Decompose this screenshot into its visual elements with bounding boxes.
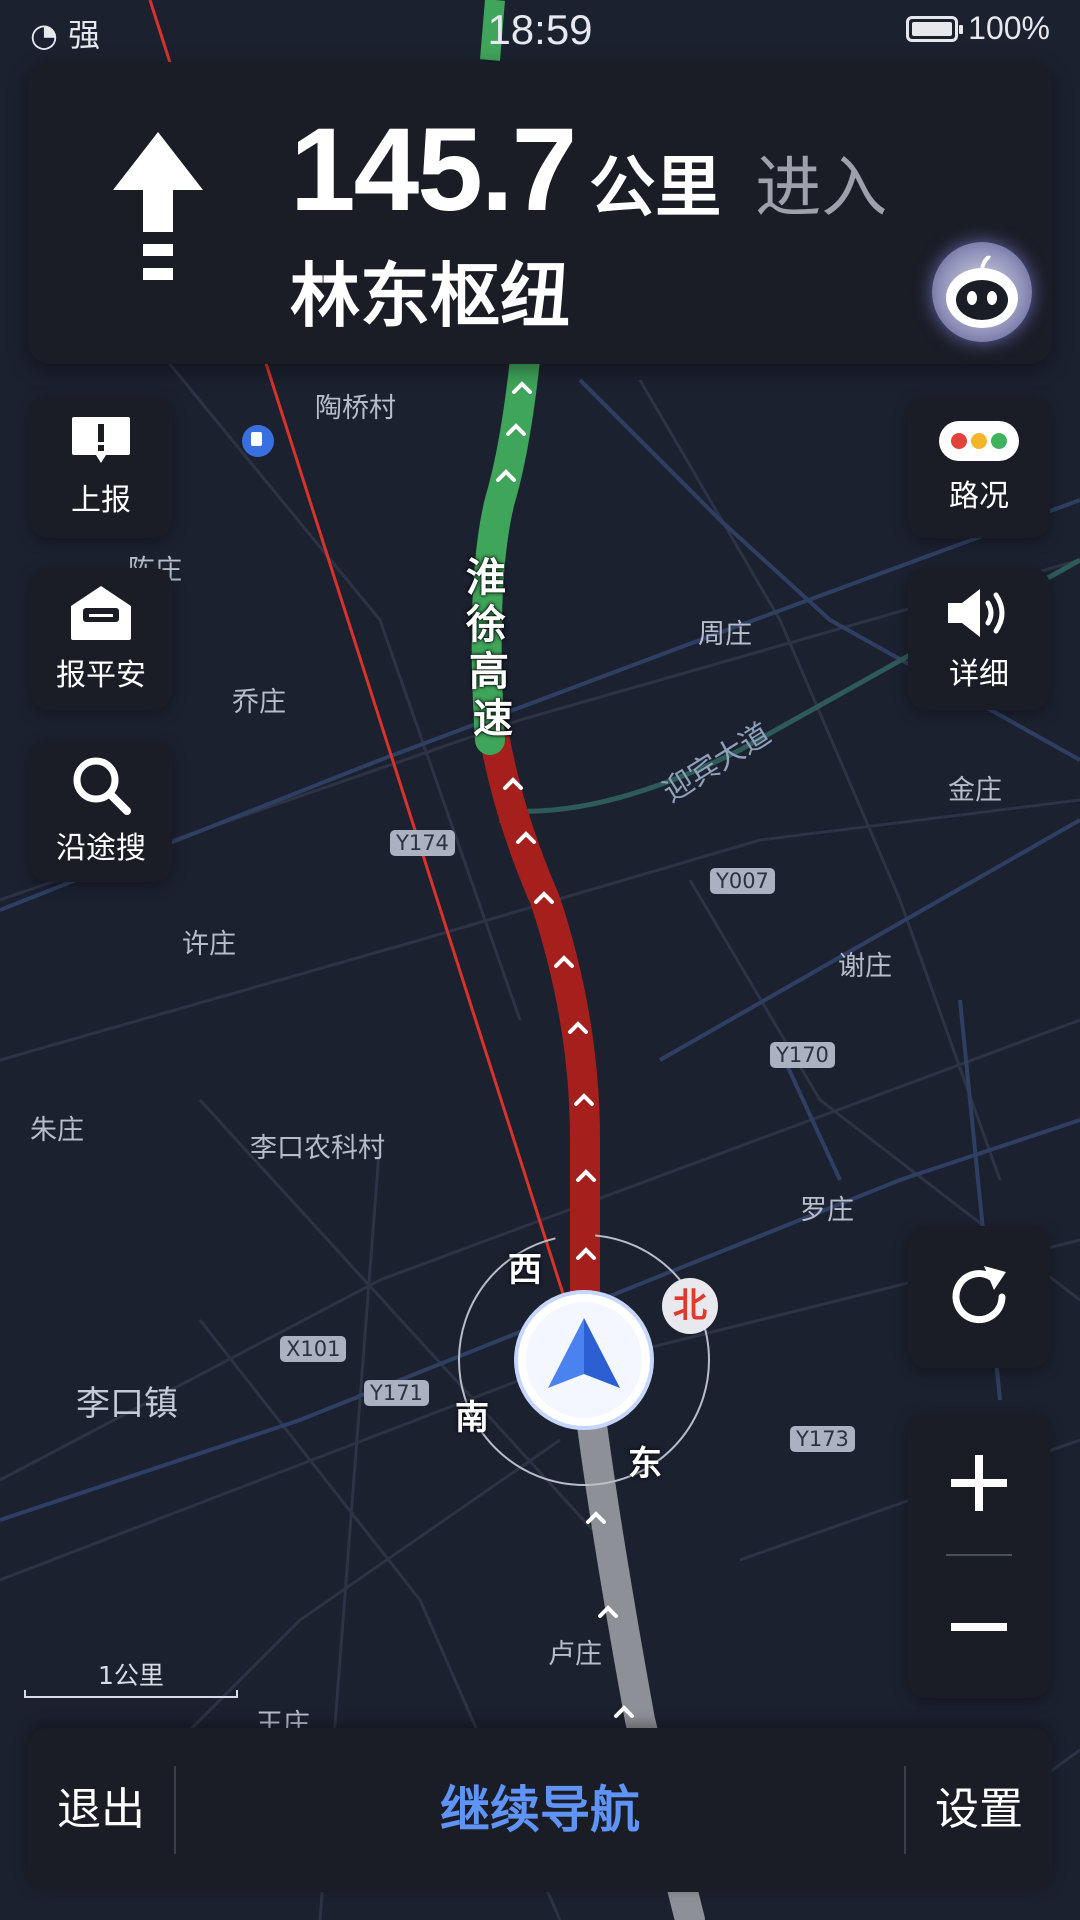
scale-bar [24,1690,238,1698]
target-road: 林东枢纽 [290,255,570,337]
road-name-char: 徐 [466,602,506,648]
search-along-button[interactable]: 沿途搜 [30,740,172,882]
place-label: 乔庄 [232,687,286,718]
road-name-char: 淮 [466,555,506,601]
assistant-robot-icon [946,255,1018,328]
place-label: 周庄 [698,619,752,650]
speaker-icon [948,589,1005,637]
safety-envelope-icon [71,586,131,640]
report-icon [72,417,130,463]
place-label: 卢庄 [548,1639,602,1670]
continue-navigation-button[interactable]: 继续导航 [176,1728,904,1892]
road-badge: Y173 [790,1426,855,1452]
road-badge: Y174 [390,830,455,856]
place-label: 朱庄 [30,1115,84,1146]
search-along-label: 沿途搜 [56,831,146,866]
report-button[interactable]: 上报 [30,396,172,538]
traffic-button[interactable]: 路况 [908,396,1050,538]
traffic-label: 路况 [949,479,1009,514]
voice-assistant-button[interactable] [932,242,1032,342]
minus-icon [951,1623,1007,1631]
search-icon [73,757,131,815]
battery-icon [906,15,964,42]
road-name-char: 高 [469,649,509,695]
scale-label: 1公里 [98,1661,164,1690]
safety-button[interactable]: 报平安 [30,568,172,710]
place-label: 许庄 [182,929,236,960]
compass-north[interactable]: 北 [662,1278,718,1334]
battery-indicator: 100% [906,10,1050,47]
compass-west: 西 [508,1250,542,1290]
zoom-controls [908,1412,1050,1698]
straight-arrow-icon [113,132,203,296]
distance-unit: 公里 [589,149,722,226]
distance-line: 145.7 公里 进入 [290,102,887,238]
town-label: 李口镇 [76,1384,178,1424]
refresh-route-button[interactable] [908,1226,1050,1368]
refresh-icon [952,1266,1006,1324]
place-label: 罗庄 [800,1195,854,1226]
zoom-out-button[interactable] [908,1556,1050,1698]
plus-icon [951,1455,1007,1511]
road-name-char: 速 [473,696,513,742]
safety-label: 报平安 [56,658,146,693]
voice-detail-button[interactable]: 详细 [908,568,1050,710]
exit-button[interactable]: 退出 [28,1728,174,1892]
report-label: 上报 [71,483,131,518]
battery-percent: 100% [968,10,1050,46]
compass-east: 东 [628,1444,662,1484]
road-badge: Y170 [770,1042,835,1068]
road-badge: Y171 [364,1380,429,1406]
place-label: 金庄 [948,775,1002,806]
bottom-action-bar: 退出 继续导航 设置 [28,1728,1052,1892]
road-badge: X101 [280,1336,347,1362]
guidance-card[interactable]: 145.7 公里 进入 林东枢纽 [28,62,1052,364]
action-text: 进入 [755,149,888,226]
place-label: 谢庄 [838,951,892,982]
place-label: 陶桥村 [315,393,396,424]
compass-south: 南 [455,1398,489,1438]
place-label: 李口农科村 [250,1133,385,1164]
road-badge: Y007 [710,868,775,894]
settings-button[interactable]: 设置 [906,1728,1052,1892]
voice-detail-label: 详细 [949,657,1009,692]
traffic-light-icon [939,421,1019,461]
zoom-in-button[interactable] [908,1412,1050,1554]
status-bar: ◔ 强 18:59 100% [0,0,1080,62]
distance-value: 145.7 [290,104,577,236]
